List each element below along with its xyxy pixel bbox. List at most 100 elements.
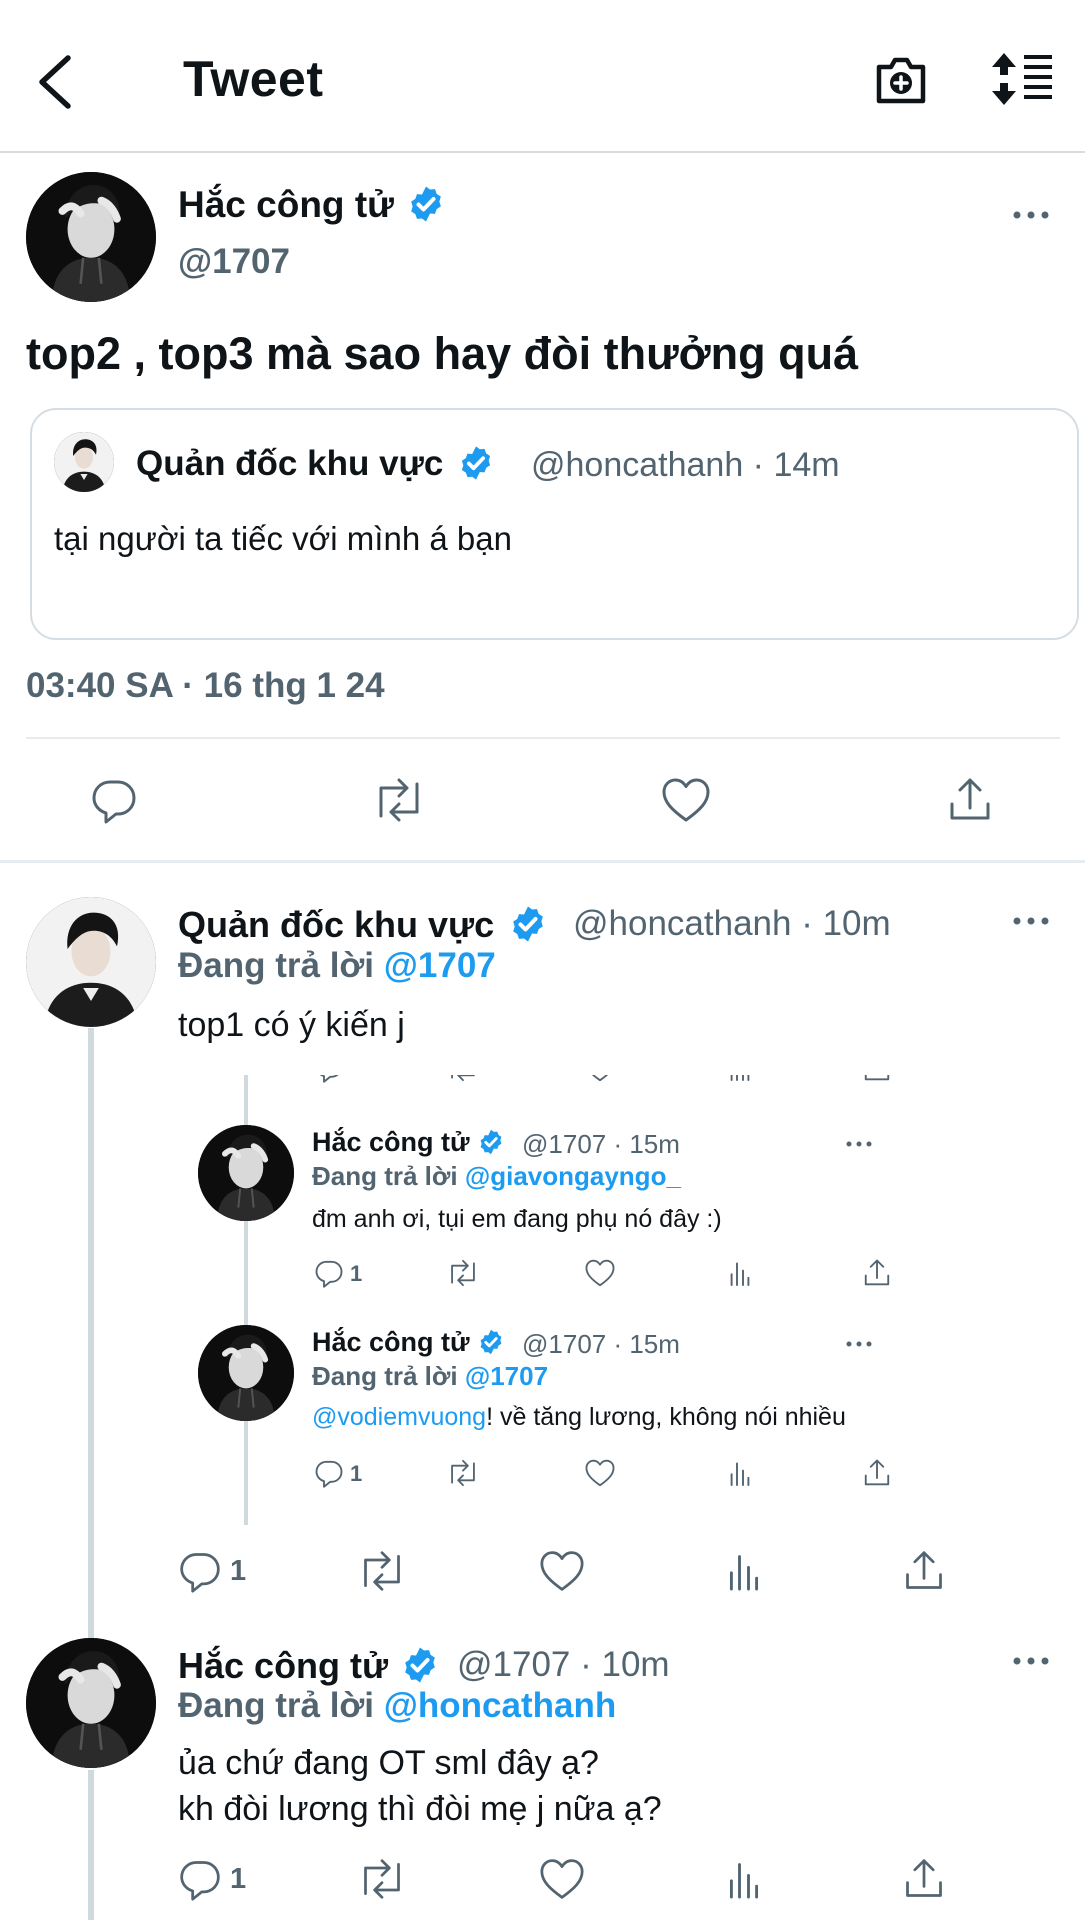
replying-to: Đang trả lời @1707 bbox=[178, 946, 496, 986]
reply-handle-time: @honcathanh · 10m bbox=[573, 904, 891, 943]
embedded-author-name: Hắc công tử bbox=[312, 1327, 505, 1358]
embedded-avatar bbox=[198, 1125, 294, 1221]
more-icon[interactable] bbox=[1011, 208, 1051, 222]
quoted-author-name-text: Quản đốc khu vực bbox=[136, 444, 444, 483]
avatar-image bbox=[26, 1638, 156, 1768]
avatar[interactable] bbox=[26, 1638, 156, 1768]
verified-badge-icon bbox=[477, 1328, 505, 1356]
reply-text: top1 có ý kiến j bbox=[178, 1006, 405, 1044]
reply-author-name-text: Quản đốc khu vực bbox=[178, 904, 495, 945]
replying-to-handle[interactable]: @honcathanh bbox=[384, 1686, 616, 1725]
share-icon bbox=[862, 1258, 892, 1288]
reply-author-name[interactable]: Quản đốc khu vực bbox=[178, 904, 548, 946]
embedded-mention: @vodiemvuong bbox=[312, 1403, 487, 1431]
thread-line bbox=[88, 1028, 94, 1648]
views-icon bbox=[728, 1458, 752, 1488]
reply-icon bbox=[314, 1258, 344, 1288]
embedded-replying-prefix: Đang trả lời bbox=[312, 1161, 458, 1191]
avatar[interactable] bbox=[26, 172, 156, 302]
camera-plus-icon[interactable] bbox=[873, 51, 929, 107]
avatar-image bbox=[26, 897, 156, 1027]
like-button[interactable] bbox=[660, 776, 712, 824]
reply-handle-time: @1707 · 10m bbox=[457, 1645, 670, 1684]
share-icon bbox=[902, 1549, 946, 1593]
avatar-image bbox=[26, 172, 156, 302]
reply-text-line: kh đòi lương thì đòi mẹ j nữa ạ? bbox=[178, 1790, 662, 1828]
replying-to-prefix: Đang trả lời bbox=[178, 946, 375, 985]
reply-count: 1 bbox=[350, 1461, 363, 1486]
retweet-icon bbox=[446, 1258, 480, 1288]
reply-button[interactable] bbox=[90, 776, 138, 824]
reply-button[interactable] bbox=[178, 1857, 222, 1901]
replying-to-prefix: Đang trả lời bbox=[178, 1686, 375, 1725]
reply-icon bbox=[90, 776, 138, 824]
retweet-icon bbox=[356, 1549, 408, 1593]
embedded-replying-prefix: Đang trả lời bbox=[312, 1361, 458, 1391]
retweet-icon bbox=[371, 776, 427, 824]
retweet-button[interactable] bbox=[356, 1857, 408, 1901]
author-name-text: Hắc công tử bbox=[178, 184, 394, 225]
avatar-image bbox=[198, 1125, 294, 1221]
avatar[interactable] bbox=[26, 897, 156, 1027]
quoted-avatar-image bbox=[54, 432, 114, 492]
page-title: Tweet bbox=[183, 51, 324, 107]
quoted-tweet-text: tại người ta tiếc với mình á bạn bbox=[54, 520, 512, 557]
embedded-text: @vodiemvuong! về tăng lương, không nói n… bbox=[312, 1403, 846, 1432]
share-button[interactable] bbox=[946, 776, 994, 824]
reply-count: 1 bbox=[230, 1863, 247, 1895]
reply-text-line: ủa chứ đang OT sml đây ạ? bbox=[178, 1744, 599, 1782]
retweet-button[interactable] bbox=[371, 776, 427, 824]
more-icon bbox=[844, 1339, 874, 1349]
like-button[interactable] bbox=[538, 1549, 586, 1593]
sort-icon[interactable] bbox=[990, 51, 1054, 107]
verified-badge-icon bbox=[406, 184, 446, 224]
reply-icon bbox=[178, 1857, 222, 1901]
reply-author-name[interactable]: Hắc công tử bbox=[178, 1645, 440, 1687]
more-icon bbox=[844, 1139, 874, 1149]
quoted-author-name: Quản đốc khu vực bbox=[136, 444, 495, 484]
attached-image[interactable]: Hắc công tử @1707 · 15m Đang trả lời @gi… bbox=[176, 1075, 956, 1530]
thread-line bbox=[88, 1770, 94, 1920]
tweet-timestamp: 03:40 SA · 16 thg 1 24 bbox=[26, 666, 385, 705]
divider bbox=[26, 737, 1060, 739]
reply-author-name-text: Hắc công tử bbox=[178, 1645, 389, 1686]
retweet-button[interactable] bbox=[356, 1549, 408, 1593]
like-icon bbox=[660, 776, 712, 824]
embedded-handle-time: @1707 · 15m bbox=[522, 1329, 680, 1359]
embedded-text-body: ! về tăng lương, không nói nhiều bbox=[486, 1403, 846, 1431]
views-icon bbox=[726, 1857, 762, 1901]
views-icon bbox=[726, 1549, 762, 1593]
views-icon bbox=[728, 1258, 752, 1288]
avatar-image bbox=[198, 1325, 294, 1421]
share-button[interactable] bbox=[902, 1857, 946, 1901]
verified-badge-icon bbox=[508, 904, 548, 944]
verified-badge-icon bbox=[457, 444, 495, 482]
author-handle[interactable]: @1707 bbox=[178, 242, 290, 282]
reply-button[interactable] bbox=[178, 1549, 222, 1593]
share-icon bbox=[902, 1857, 946, 1901]
replying-to-handle[interactable]: @1707 bbox=[384, 946, 496, 985]
embedded-author-name-text: Hắc công tử bbox=[312, 1127, 470, 1157]
embedded-replying-handle: @giavongayngo_ bbox=[464, 1161, 681, 1191]
replying-to: Đang trả lời @honcathanh bbox=[178, 1686, 616, 1726]
embedded-author-name: Hắc công tử bbox=[312, 1127, 505, 1158]
views-button[interactable] bbox=[726, 1857, 762, 1901]
embedded-handle-time: @1707 · 15m bbox=[522, 1129, 680, 1159]
like-button[interactable] bbox=[538, 1857, 586, 1901]
retweet-icon bbox=[356, 1857, 408, 1901]
embedded-replying-to: Đang trả lời @giavongayngo_ bbox=[312, 1161, 681, 1192]
share-button[interactable] bbox=[902, 1549, 946, 1593]
like-icon bbox=[538, 1549, 586, 1593]
views-button[interactable] bbox=[726, 1549, 762, 1593]
quoted-handle-time: @honcathanh · 14m bbox=[531, 446, 840, 484]
author-name[interactable]: Hắc công tử bbox=[178, 184, 446, 226]
verified-badge-icon bbox=[477, 1128, 505, 1156]
more-icon[interactable] bbox=[1011, 914, 1051, 928]
back-arrow-icon[interactable] bbox=[32, 52, 82, 112]
embedded-text: đm anh ơi, tụi em đang phụ nó đây :) bbox=[312, 1205, 722, 1233]
more-icon[interactable] bbox=[1011, 1654, 1051, 1668]
reply-icon bbox=[314, 1458, 344, 1488]
embedded-replying-to: Đang trả lời @1707 bbox=[312, 1361, 548, 1392]
embedded-author-name-text: Hắc công tử bbox=[312, 1327, 470, 1357]
reply-icon bbox=[178, 1549, 222, 1593]
